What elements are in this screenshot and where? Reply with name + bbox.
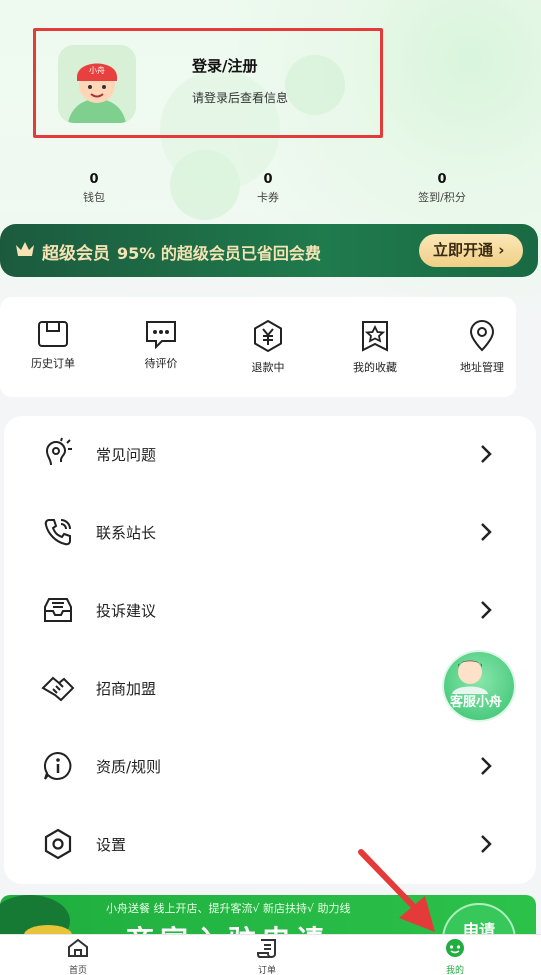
profile-login-card[interactable]: 小舟 登录/注册 请登录后查看信息 <box>33 28 383 138</box>
login-register-title[interactable]: 登录/注册 <box>192 55 257 76</box>
service-label: 客服小舟 <box>450 695 503 710</box>
menu-label: 投诉建议 <box>96 602 157 620</box>
tab-orders[interactable]: 订单 <box>237 938 297 975</box>
chevron-right-icon <box>481 835 492 853</box>
quick-favorites[interactable]: 我的收藏 <box>335 319 415 375</box>
handshake-icon <box>41 676 75 702</box>
crown-icon <box>16 242 34 256</box>
login-subtitle: 请登录后查看信息 <box>192 91 289 105</box>
location-icon <box>469 320 495 352</box>
menu-label: 招商加盟 <box>96 680 157 698</box>
settings-menu: 常见问题 联系站长 投诉建议 招商加盟 资质/规则 设置 <box>4 416 536 884</box>
merchant-banner[interactable]: 小舟送餐 线上开店、提升客流√ 新店扶持√ 助力线 商家入驻申请 申请 <box>0 895 536 937</box>
info-icon <box>43 751 72 780</box>
quick-history-orders[interactable]: 历史订单 <box>13 319 93 371</box>
comment-icon <box>146 321 176 349</box>
avatar-badge-text: 小舟 <box>89 65 105 75</box>
faq-icon <box>45 437 72 466</box>
history-order-icon <box>38 321 68 347</box>
refund-icon <box>254 319 282 353</box>
tab-label: 订单 <box>257 966 276 975</box>
chevron-right-icon <box>481 445 492 463</box>
menu-item-faq[interactable]: 常见问题 <box>4 416 536 494</box>
leaf-icon <box>0 895 72 937</box>
vip-open-button[interactable]: 立即开通 › <box>419 234 523 267</box>
home-icon <box>68 938 88 957</box>
vip-title: 超级会员 <box>42 244 110 264</box>
banner-subtext: 小舟送餐 线上开店、提升客流√ 新店扶持√ 助力线 <box>106 902 351 915</box>
stat-value: 0 <box>263 172 273 187</box>
vip-banner[interactable]: 超级会员 95% 的超级会员已省回会费 立即开通 › <box>0 224 538 277</box>
customer-service-button[interactable] <box>442 650 516 722</box>
chevron-right-icon <box>481 757 492 775</box>
tab-mine[interactable]: 我的 <box>425 938 485 975</box>
tab-label: 首页 <box>68 966 87 975</box>
tab-label: 我的 <box>445 966 464 975</box>
menu-item-settings[interactable]: 设置 <box>4 806 536 884</box>
chevron-right-icon <box>481 523 492 541</box>
apply-button[interactable]: 申请 <box>442 903 516 937</box>
stat-label: 签到/积分 <box>418 191 466 204</box>
quick-address[interactable]: 地址管理 <box>442 319 522 375</box>
quick-label: 待评价 <box>144 357 178 370</box>
favorite-icon <box>362 321 388 352</box>
menu-label: 常见问题 <box>96 446 157 464</box>
menu-label: 资质/规则 <box>96 758 162 776</box>
stat-value: 0 <box>437 172 447 187</box>
stat-coupons[interactable]: 0 卡券 <box>208 172 328 205</box>
phone-icon <box>44 519 71 546</box>
menu-item-contact[interactable]: 联系站长 <box>4 494 536 572</box>
stat-value: 0 <box>89 172 99 187</box>
settings-icon <box>44 828 72 860</box>
order-icon <box>256 939 276 958</box>
menu-label: 联系站长 <box>96 524 157 542</box>
chevron-right-icon <box>481 601 492 619</box>
quick-refunding[interactable]: 退款中 <box>228 319 308 375</box>
bottom-tab-bar: 首页 订单 我的 <box>0 934 541 975</box>
mine-icon <box>446 939 464 957</box>
stat-label: 卡券 <box>257 191 279 204</box>
quick-label: 地址管理 <box>460 361 504 374</box>
stat-label: 钱包 <box>83 191 105 204</box>
avatar: 小舟 <box>58 45 136 123</box>
red-arrow-icon <box>358 849 435 932</box>
stat-points[interactable]: 0 签到/积分 <box>382 172 502 205</box>
quick-actions: 历史订单 待评价 退款中 我的收藏 地址管理 <box>0 297 516 397</box>
menu-item-qualification[interactable]: 资质/规则 <box>4 728 536 806</box>
menu-label: 设置 <box>96 836 127 854</box>
menu-item-feedback[interactable]: 投诉建议 <box>4 572 536 650</box>
quick-label: 历史订单 <box>31 357 75 370</box>
quick-label: 我的收藏 <box>353 361 397 374</box>
tab-home[interactable]: 首页 <box>48 938 108 975</box>
quick-label: 退款中 <box>251 361 285 374</box>
vip-text: 95% 的超级会员已省回会费 <box>117 244 321 263</box>
inbox-icon <box>44 598 72 622</box>
stat-wallet[interactable]: 0 钱包 <box>34 172 154 205</box>
quick-pending-review[interactable]: 待评价 <box>121 319 201 371</box>
